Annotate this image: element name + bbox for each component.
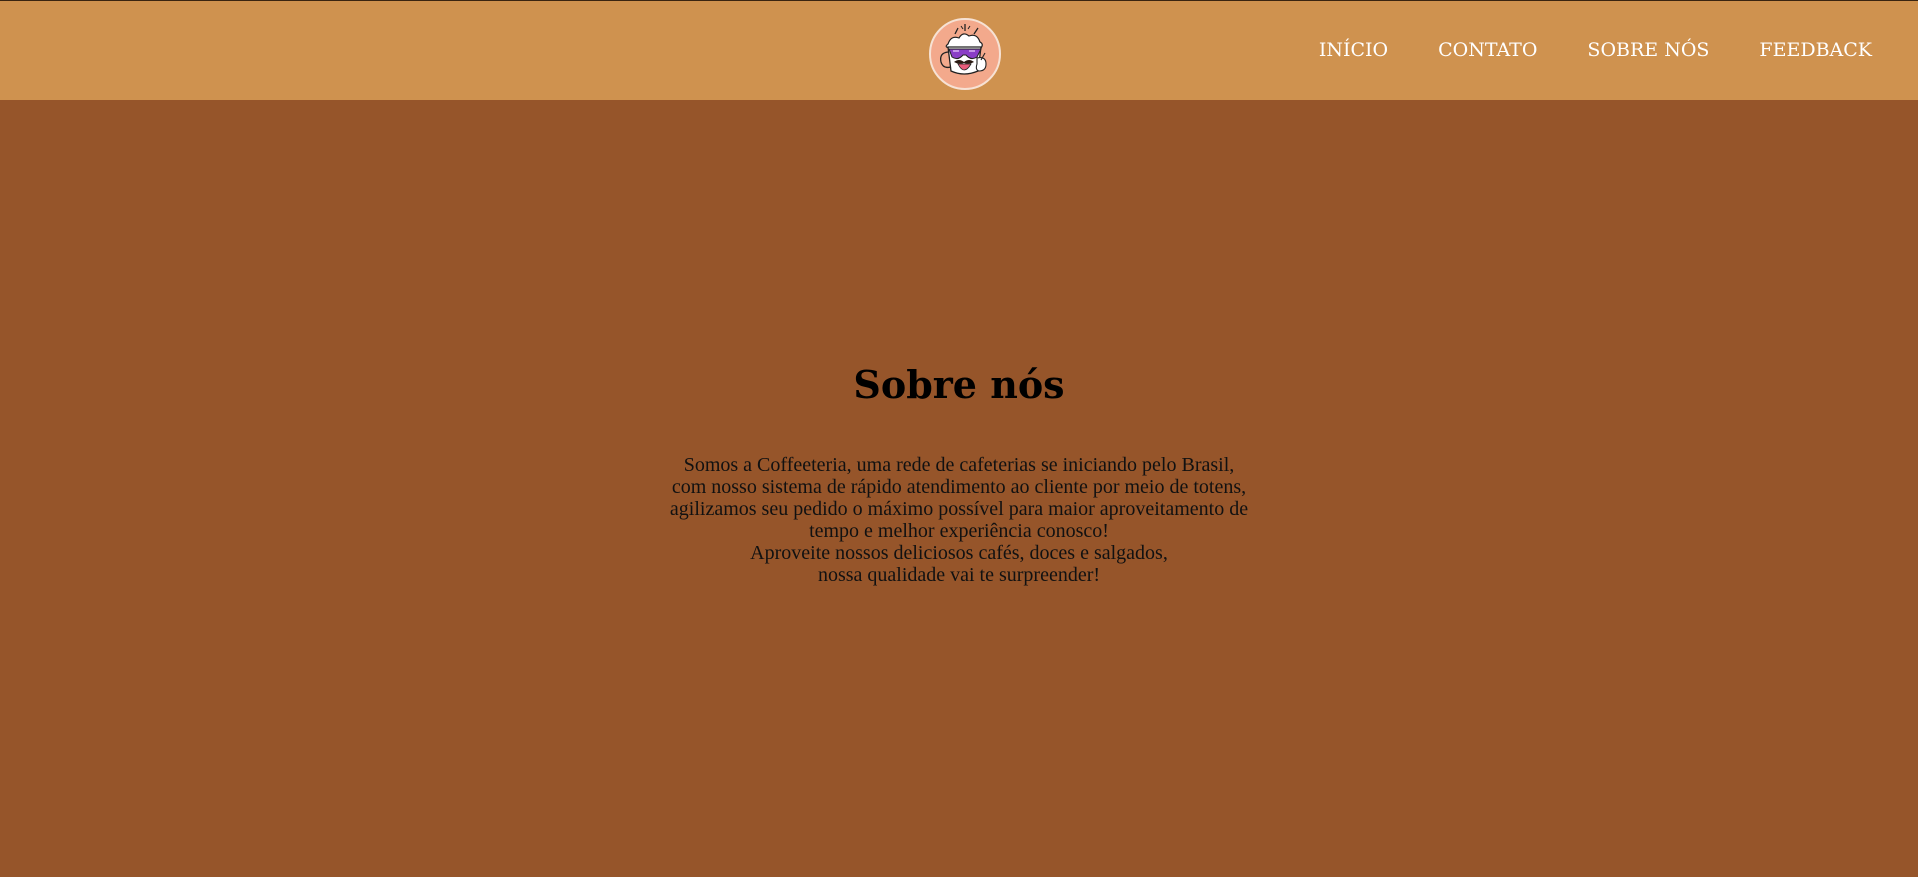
about-paragraph: Somos a Coffeeteria, uma rede de cafeter… <box>609 454 1309 586</box>
main-nav: INÍCIO CONTATO SOBRE NÓS FEEDBACK <box>1319 1 1872 101</box>
about-line: Somos a Coffeeteria, uma rede de cafeter… <box>683 454 1235 476</box>
about-line: tempo e melhor experiência conosco! <box>809 520 1109 542</box>
about-line: Aproveite nossos deliciosos cafés, doces… <box>750 542 1168 564</box>
coffee-mascot-logo-icon[interactable] <box>929 18 1001 90</box>
site-header: INÍCIO CONTATO SOBRE NÓS FEEDBACK <box>0 0 1918 100</box>
nav-link-inicio[interactable]: INÍCIO <box>1319 39 1388 61</box>
about-line: com nosso sistema de rápido atendimento … <box>671 476 1247 498</box>
nav-link-sobre-nos[interactable]: SOBRE NÓS <box>1587 39 1709 61</box>
about-line: agilizamos seu pedido o máximo possível … <box>669 498 1249 520</box>
logo-graphic <box>940 24 987 75</box>
nav-link-contato[interactable]: CONTATO <box>1438 39 1537 61</box>
nav-link-feedback[interactable]: FEEDBACK <box>1759 39 1872 61</box>
about-line: nossa qualidade vai te surpreender! <box>817 564 1101 586</box>
page-title: Sobre nós <box>853 362 1065 407</box>
